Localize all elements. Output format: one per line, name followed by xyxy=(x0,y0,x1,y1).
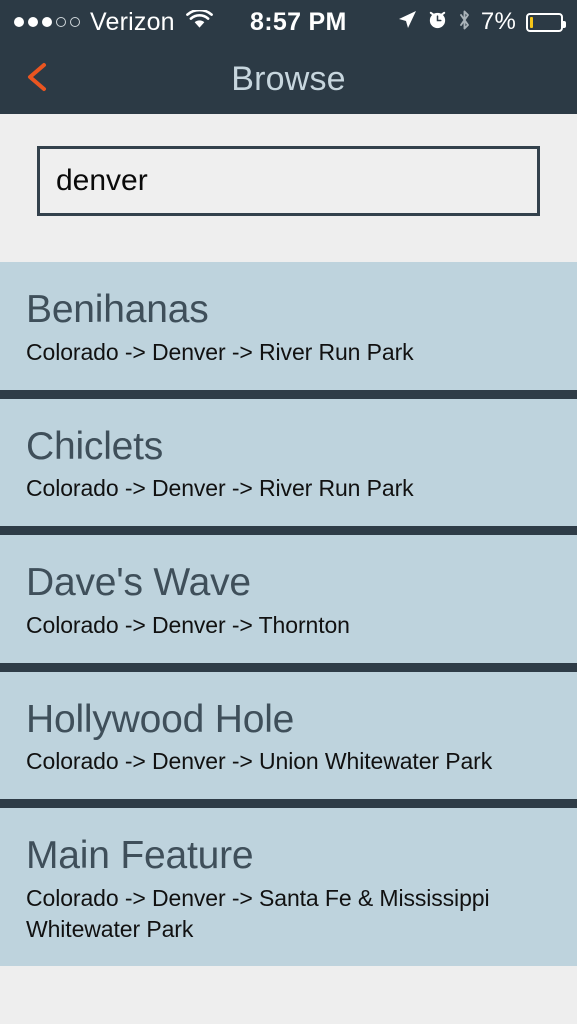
result-breadcrumb: Colorado -> Denver -> Santa Fe & Mississ… xyxy=(26,885,490,942)
search-input[interactable] xyxy=(37,146,540,216)
list-item[interactable]: Dave's Wave Colorado -> Denver -> Thornt… xyxy=(0,535,577,663)
list-divider xyxy=(0,662,577,672)
list-divider xyxy=(0,799,577,809)
battery-percent-label: 7% xyxy=(480,8,516,35)
signal-dot-filled xyxy=(42,17,52,27)
clock-label: 8:57 PM xyxy=(250,7,347,36)
result-breadcrumb: Colorado -> Denver -> River Run Park xyxy=(26,338,414,365)
back-button[interactable] xyxy=(22,44,82,114)
result-title: Dave's Wave xyxy=(26,561,251,605)
chevron-left-icon xyxy=(22,59,52,100)
alarm-clock-icon xyxy=(427,9,448,35)
battery-fill xyxy=(530,16,534,28)
carrier-label: Verizon xyxy=(90,7,175,36)
cellular-signal-dots xyxy=(14,17,80,27)
list-divider xyxy=(0,526,577,536)
battery-icon xyxy=(526,12,566,32)
bluetooth-icon xyxy=(457,9,472,36)
result-title: Main Feature xyxy=(26,834,254,878)
list-item[interactable]: Chiclets Colorado -> Denver -> River Run… xyxy=(0,398,577,527)
search-area xyxy=(0,114,577,262)
result-breadcrumb: Colorado -> Denver -> Thornton xyxy=(26,611,350,638)
status-bar-right: 7% xyxy=(396,8,566,36)
status-bar-left: Verizon xyxy=(14,8,213,37)
signal-dot-empty xyxy=(56,17,66,27)
signal-dot-filled xyxy=(28,17,38,27)
status-bar: Verizon 8:57 PM 7% xyxy=(0,0,577,44)
result-title: Chiclets xyxy=(26,424,164,468)
result-breadcrumb: Colorado -> Denver -> Union Whitewater P… xyxy=(26,748,493,775)
location-arrow-icon xyxy=(396,9,418,36)
list-divider xyxy=(0,389,577,399)
signal-dot-filled xyxy=(14,17,24,27)
page-title: Browse xyxy=(231,59,346,98)
result-breadcrumb: Colorado -> Denver -> River Run Park xyxy=(26,475,414,502)
result-title: Benihanas xyxy=(26,288,209,331)
list-item[interactable]: Benihanas Colorado -> Denver -> River Ru… xyxy=(0,262,577,390)
navigation-bar: Browse xyxy=(0,44,577,114)
search-results-list: Benihanas Colorado -> Denver -> River Ru… xyxy=(0,262,577,967)
list-item[interactable]: Hollywood Hole Colorado -> Denver -> Uni… xyxy=(0,671,577,800)
signal-dot-empty xyxy=(70,17,80,27)
result-title: Hollywood Hole xyxy=(26,697,295,741)
list-item[interactable]: Main Feature Colorado -> Denver -> Santa… xyxy=(0,808,577,967)
